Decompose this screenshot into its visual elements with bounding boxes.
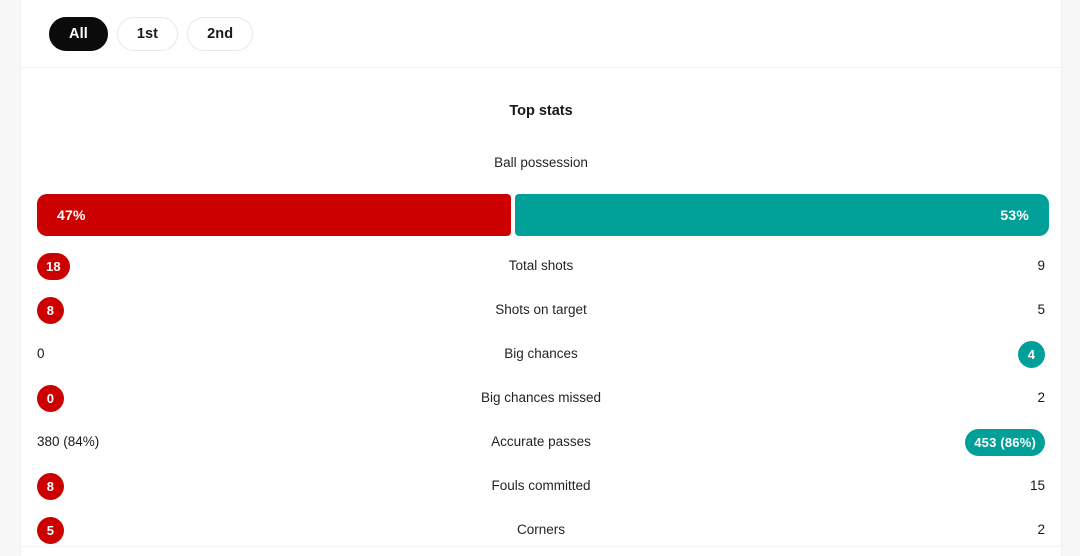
stat-big-chances-right-cell: 4 — [718, 340, 1061, 368]
ball-possession-away-value: 53% — [1000, 207, 1029, 223]
stat-accurate-passes-right-cell: 453 (86%) — [718, 428, 1061, 456]
ball-possession-bar: 47% 53% — [37, 194, 1049, 236]
stat-row-fouls-committed: 8 Fouls committed 15 — [21, 464, 1061, 508]
stat-shots-on-target-home-badge: 8 — [37, 296, 64, 324]
ball-possession-home-segment: 47% — [37, 194, 511, 236]
stat-corners-left-cell: 5 — [21, 516, 364, 544]
stat-accurate-passes-away-badge: 453 (86%) — [965, 428, 1045, 456]
stat-total-shots-label: Total shots — [508, 258, 574, 273]
stat-shots-on-target-away-value: 5 — [1037, 302, 1045, 317]
stat-row-big-chances: 0 Big chances 4 — [21, 332, 1061, 376]
match-statistics-screen: All 1st 2nd Top stats Ball possession 47… — [0, 0, 1080, 556]
stat-row-shots-on-target: 8 Shots on target 5 — [21, 288, 1061, 332]
bottom-divider — [20, 546, 1062, 547]
stat-corners-label: Corners — [516, 522, 565, 537]
top-stats-title: Top stats — [509, 103, 573, 119]
stat-total-shots-right-cell: 9 — [718, 257, 1061, 275]
stat-big-chances-missed-home-badge: 0 — [37, 384, 64, 412]
stat-accurate-passes-label: Accurate passes — [491, 434, 591, 449]
ball-possession-home-value: 47% — [57, 207, 86, 223]
stat-fouls-committed-left-cell: 8 — [21, 472, 364, 500]
period-chip-2nd[interactable]: 2nd — [187, 16, 254, 51]
stat-big-chances-missed-right-cell: 2 — [718, 389, 1061, 407]
stat-accurate-passes-home-value: 380 (84%) — [37, 434, 100, 449]
stats-panel: All 1st 2nd Top stats Ball possession 47… — [20, 0, 1062, 556]
stat-big-chances-home-value: 0 — [37, 346, 45, 361]
stat-row-big-chances-missed: 0 Big chances missed 2 — [21, 376, 1061, 420]
stats-body: Top stats Ball possession 47% 53% 18 Tota… — [21, 68, 1061, 552]
ball-possession-block: Ball possession 47% 53% — [21, 122, 1061, 236]
stat-corners-away-value: 2 — [1037, 522, 1045, 537]
period-filter: All 1st 2nd — [21, 0, 1061, 68]
stat-shots-on-target-label: Shots on target — [495, 302, 587, 317]
stat-total-shots-away-value: 9 — [1037, 258, 1045, 273]
stat-big-chances-missed-left-cell: 0 — [21, 384, 364, 412]
period-chip-2nd-label: 2nd — [207, 25, 234, 42]
stat-fouls-committed-label: Fouls committed — [491, 478, 591, 493]
period-chip-1st[interactable]: 1st — [116, 16, 179, 51]
period-chip-all[interactable]: All — [49, 16, 108, 51]
stat-big-chances-label: Big chances — [504, 346, 578, 361]
stat-rows: 18 Total shots 9 8 Shots on target 5 0 Big chan… — [21, 244, 1061, 552]
stat-fouls-committed-home-badge: 8 — [37, 472, 64, 500]
stat-big-chances-away-badge: 4 — [1018, 340, 1045, 368]
stat-accurate-passes-left-cell: 380 (84%) — [21, 433, 364, 451]
stat-big-chances-missed-label: Big chances missed — [480, 390, 602, 405]
stat-corners-home-badge: 5 — [37, 516, 64, 544]
stat-row-accurate-passes: 380 (84%) Accurate passes 453 (86%) — [21, 420, 1061, 464]
stat-row-total-shots: 18 Total shots 9 — [21, 244, 1061, 288]
period-chip-1st-label: 1st — [136, 25, 159, 42]
stat-shots-on-target-left-cell: 8 — [21, 296, 364, 324]
period-chip-all-label: All — [69, 25, 88, 42]
stat-total-shots-home-badge: 18 — [37, 252, 70, 280]
stat-corners-right-cell: 2 — [718, 521, 1061, 539]
ball-possession-away-segment: 53% — [514, 194, 1049, 236]
stat-shots-on-target-right-cell: 5 — [718, 301, 1061, 319]
stat-fouls-committed-right-cell: 15 — [718, 477, 1061, 495]
stat-big-chances-missed-away-value: 2 — [1037, 390, 1045, 405]
stat-big-chances-left-cell: 0 — [21, 345, 364, 363]
stat-fouls-committed-away-value: 15 — [1029, 478, 1045, 493]
stat-total-shots-left-cell: 18 — [21, 252, 364, 280]
ball-possession-label: Ball possession — [494, 155, 588, 170]
